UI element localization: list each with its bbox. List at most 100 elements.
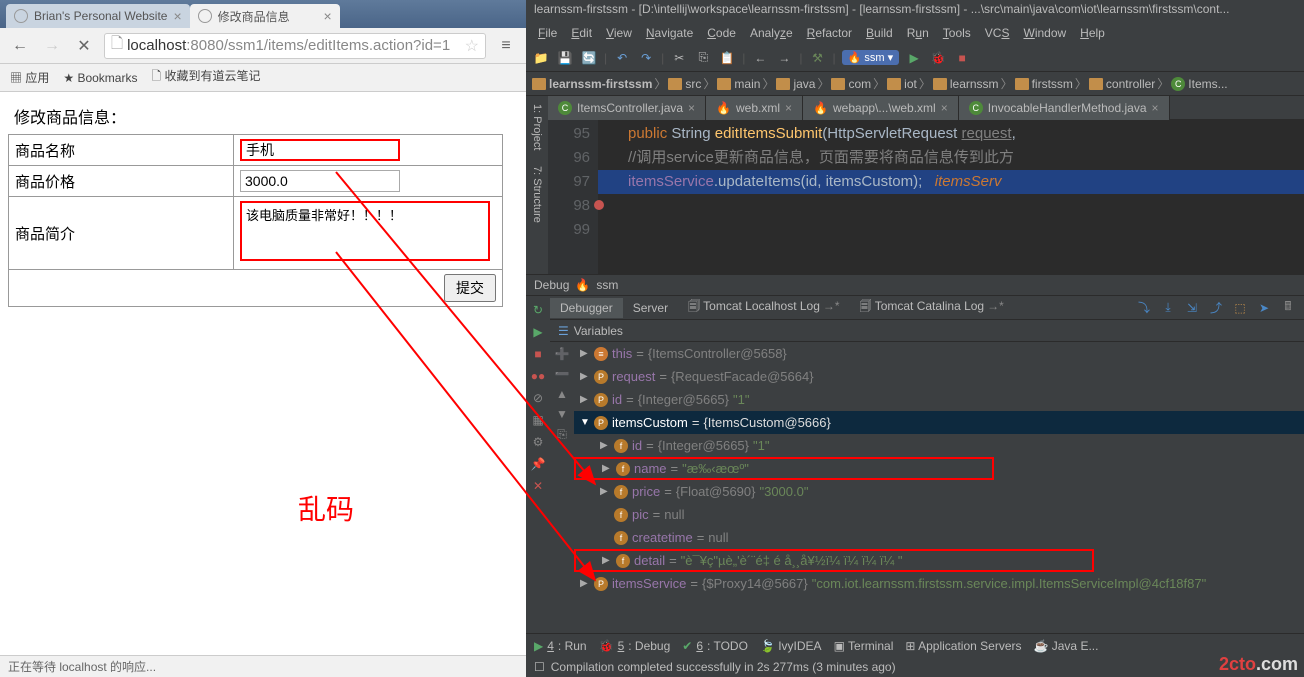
bc-project[interactable]: learnssm-firstssm <box>532 77 652 91</box>
close-icon[interactable]: × <box>785 101 792 115</box>
var-itemsservice[interactable]: ▶PitemsService = {$Proxy14@5667} "com.io… <box>574 572 1304 595</box>
tab-invocable[interactable]: CInvocableHandlerMethod.java× <box>959 96 1170 120</box>
dtab-server[interactable]: Server <box>623 298 678 318</box>
redo-icon[interactable]: ↷ <box>637 49 655 67</box>
build-icon[interactable]: ⚒ <box>809 49 827 67</box>
bc-class[interactable]: CItems... <box>1171 77 1227 91</box>
step-into-icon[interactable]: ⤓ <box>1160 300 1176 316</box>
menu-run[interactable]: Run <box>901 24 935 42</box>
step-over-icon[interactable]: ⤵ <box>1136 300 1152 316</box>
bc-learnssm[interactable]: learnssm <box>933 77 999 91</box>
back-icon[interactable]: ← <box>751 49 769 67</box>
close-icon[interactable]: × <box>1152 101 1159 115</box>
run-cursor-icon[interactable]: ➤ <box>1256 300 1272 316</box>
items-detail-input[interactable]: 该电脑质量非常好！！！！ <box>240 201 490 261</box>
var-ic-id[interactable]: ▶fid = {Integer@5665} "1" <box>574 434 1304 457</box>
close-icon[interactable]: × <box>941 101 948 115</box>
tw-appservers[interactable]: ⊞ Application Servers <box>905 639 1021 653</box>
close-icon[interactable]: × <box>173 8 181 24</box>
sync-icon[interactable]: 🔄 <box>580 49 598 67</box>
forward-icon[interactable]: → <box>775 49 793 67</box>
menu-edit[interactable]: Edit <box>565 24 598 42</box>
variables-tree[interactable]: ▶≡this = {ItemsController@5658} ▶Preques… <box>574 342 1304 633</box>
tw-todo[interactable]: ✔ 6: TODO <box>682 639 748 653</box>
pin-icon[interactable]: 📌 <box>530 456 546 472</box>
layout-icon[interactable]: ▦ <box>530 412 546 428</box>
menu-view[interactable]: View <box>600 24 638 42</box>
undo-icon[interactable]: ↶ <box>613 49 631 67</box>
code-editor[interactable]: 9596979899 public String editItemsSubmit… <box>548 120 1304 274</box>
paste-icon[interactable]: 📋 <box>718 49 736 67</box>
var-ic-name[interactable]: ▶fname = "æ‰‹æœº" <box>574 457 994 480</box>
save-icon[interactable]: 💾 <box>556 49 574 67</box>
menu-button[interactable]: ≡ <box>494 34 518 58</box>
var-ic-createtime[interactable]: fcreatetime = null <box>574 526 1304 549</box>
dtab-debugger[interactable]: Debugger <box>550 298 623 318</box>
mute-icon[interactable]: ⊘ <box>530 390 546 406</box>
tw-debug[interactable]: 🐞 5: Debug <box>599 639 671 653</box>
tw-run[interactable]: ▶ 4: Run <box>534 639 587 653</box>
menu-refactor[interactable]: Refactor <box>801 24 858 42</box>
var-ic-price[interactable]: ▶fprice = {Float@5690} "3000.0" <box>574 480 1304 503</box>
bc-iot[interactable]: iot <box>887 77 917 91</box>
tab-edit-items[interactable]: 修改商品信息 × <box>190 4 340 28</box>
copy-icon[interactable]: ⎘ <box>554 426 570 442</box>
open-icon[interactable]: 📁 <box>532 49 550 67</box>
bc-firstssm[interactable]: firstssm <box>1015 77 1073 91</box>
items-price-input[interactable] <box>240 170 400 192</box>
tw-ivy[interactable]: 🍃 IvyIDEA <box>760 639 822 653</box>
breakpoints-icon[interactable]: ●● <box>530 368 546 384</box>
copy-icon[interactable]: ⎘ <box>694 49 712 67</box>
cut-icon[interactable]: ✂ <box>670 49 688 67</box>
bookmarks-shortcut[interactable]: ★ Bookmarks <box>63 71 137 85</box>
var-ic-detail[interactable]: ▶fdetail = "è¯¥ç"µè„'è´¨é‡ é å¸¸å¥½ï¼ ï¼… <box>574 549 1094 572</box>
var-this[interactable]: ▶≡this = {ItemsController@5658} <box>574 342 1304 365</box>
up-icon[interactable]: ▲ <box>554 386 570 402</box>
resume-icon[interactable]: ▶ <box>530 324 546 340</box>
close-icon[interactable]: × <box>688 101 695 115</box>
apps-shortcut[interactable]: ▦ 应用 <box>10 69 49 86</box>
add-watch-icon[interactable]: ➕ <box>554 346 570 362</box>
drop-frame-icon[interactable]: ⬚ <box>1232 300 1248 316</box>
items-name-input[interactable] <box>240 139 400 161</box>
var-ic-pic[interactable]: fpic = null <box>574 503 1304 526</box>
menu-vcs[interactable]: VCS <box>979 24 1016 42</box>
run-config-select[interactable]: 🔥 ssm ▾ <box>842 50 900 65</box>
var-itemscustom[interactable]: ▼PitemsCustom = {ItemsCustom@5666} <box>574 411 1304 434</box>
tab-webxml[interactable]: 🔥web.xml× <box>706 96 803 120</box>
bc-main[interactable]: main <box>717 77 760 91</box>
rerun-icon[interactable]: ↻ <box>530 302 546 318</box>
bc-com[interactable]: com <box>831 77 871 91</box>
dtab-localhost-log[interactable]: 🗐 Tomcat Localhost Log→* <box>678 294 850 321</box>
menu-help[interactable]: Help <box>1074 24 1111 42</box>
dtab-catalina-log[interactable]: 🗐 Tomcat Catalina Log→* <box>850 294 1014 321</box>
url-input[interactable]: 🗋 localhost :8080 /ssm1/items/editItems.… <box>104 33 486 59</box>
close-icon[interactable]: ✕ <box>530 478 546 494</box>
eval-icon[interactable]: 🖩 <box>1280 300 1296 316</box>
menu-code[interactable]: Code <box>701 24 742 42</box>
bc-src[interactable]: src <box>668 77 701 91</box>
var-id[interactable]: ▶Pid = {Integer@5665} "1" <box>574 388 1304 411</box>
back-button[interactable]: ← <box>8 34 32 58</box>
youdao-shortcut[interactable]: 🗋 收藏到有道云笔记 <box>151 67 260 88</box>
stop-icon[interactable]: ■ <box>953 49 971 67</box>
menu-navigate[interactable]: Navigate <box>640 24 699 42</box>
bookmark-star-icon[interactable]: ☆ <box>465 36 479 56</box>
tab-webxml2[interactable]: 🔥webapp\...\web.xml× <box>803 96 959 120</box>
tw-terminal[interactable]: ▣ Terminal <box>834 639 894 653</box>
menu-build[interactable]: Build <box>860 24 899 42</box>
close-icon[interactable]: × <box>323 8 331 24</box>
status-checkbox[interactable]: ☐ <box>534 660 545 674</box>
reload-button[interactable]: ✕ <box>72 34 96 58</box>
stop-icon[interactable]: ■ <box>530 346 546 362</box>
bc-controller[interactable]: controller <box>1089 77 1155 91</box>
settings-icon[interactable]: ⚙ <box>530 434 546 450</box>
tab-project[interactable]: 1: Project <box>529 100 545 154</box>
submit-button[interactable]: 提交 <box>444 274 496 302</box>
menu-tools[interactable]: Tools <box>937 24 977 42</box>
debug-icon[interactable]: 🐞 <box>929 49 947 67</box>
var-request[interactable]: ▶Prequest = {RequestFacade@5664} <box>574 365 1304 388</box>
bc-java[interactable]: java <box>776 77 815 91</box>
tab-structure[interactable]: 7: Structure <box>529 162 545 227</box>
force-step-icon[interactable]: ⇲ <box>1184 300 1200 316</box>
